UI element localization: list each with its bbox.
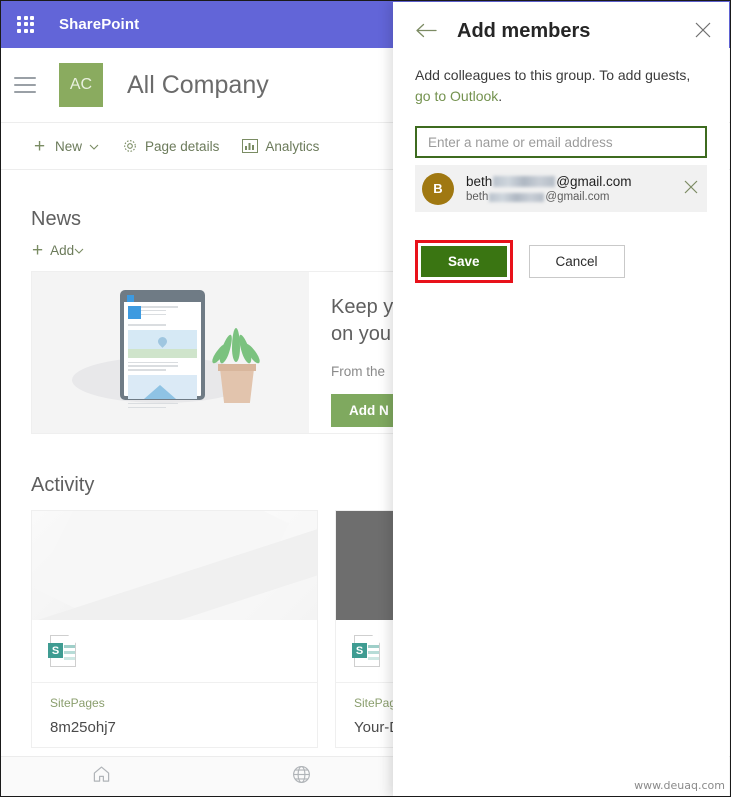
person-name-prefix: beth [466, 174, 493, 189]
redacted-name-block [493, 176, 556, 187]
file-badge: S [352, 643, 367, 658]
analytics-button[interactable]: Analytics [241, 138, 319, 155]
page-details-label: Page details [145, 138, 220, 154]
plus-icon: + [33, 135, 46, 157]
search-input[interactable] [426, 133, 696, 151]
add-news-link[interactable]: + Add [32, 241, 84, 260]
person-name-suffix: @gmail.com [556, 174, 632, 189]
gear-icon [121, 138, 138, 155]
file-badge: S [48, 643, 63, 658]
redacted-sub-block [489, 192, 545, 202]
add-news-label: Add [50, 243, 75, 258]
panel-description: Add colleagues to this group. To add gue… [393, 43, 729, 107]
panel-title: Add members [457, 20, 591, 42]
sharepoint-page-file-icon: S [48, 635, 76, 667]
hamburger-menu-icon[interactable] [14, 77, 36, 93]
tablet-and-plant-illustration [32, 272, 309, 433]
plus-icon: + [32, 240, 44, 261]
sharepoint-page-file-icon: S [352, 635, 380, 667]
page-title: All Company [127, 70, 269, 99]
activity-library-label: SitePages [50, 696, 105, 710]
suite-title[interactable]: SharePoint [59, 16, 139, 33]
home-icon [92, 765, 111, 788]
news-section-title: News [31, 208, 82, 230]
back-arrow-icon[interactable] [415, 21, 437, 42]
chevron-down-icon [89, 139, 99, 154]
panel-description-text: Add colleagues to this group. To add gue… [415, 67, 691, 83]
remove-person-button[interactable] [684, 180, 698, 198]
white-abstract-thumbnail [32, 511, 317, 620]
activity-file-name: 8m25ohj7 [50, 719, 116, 736]
watermark: www.deuaq.com [634, 779, 725, 792]
chevron-down-icon [74, 243, 84, 258]
globe-button[interactable] [201, 765, 401, 789]
activity-section-title: Activity [31, 474, 95, 496]
new-button[interactable]: + New [31, 135, 99, 157]
person-sub-suffix: @gmail.com [545, 191, 610, 203]
add-members-panel: Add members Add colleagues to this group… [393, 2, 729, 796]
chart-bar-icon [241, 138, 258, 155]
member-picker[interactable] [415, 126, 707, 158]
avatar: B [422, 172, 454, 205]
save-button[interactable]: Save [421, 246, 507, 277]
page-details-button[interactable]: Page details [121, 138, 219, 155]
person-sub-prefix: beth [466, 191, 489, 203]
home-button[interactable] [1, 765, 201, 788]
save-button-highlight: Save [415, 240, 513, 283]
panel-header: Add members [393, 2, 729, 43]
close-x-icon[interactable] [695, 22, 711, 42]
selected-person-row[interactable]: B beth @gmail.com beth @gmail.com [415, 165, 707, 212]
new-button-label: New [55, 138, 83, 154]
analytics-label: Analytics [265, 138, 320, 154]
activity-card[interactable]: S SitePages 8m25ohj7 [31, 510, 318, 748]
globe-icon [292, 765, 311, 789]
site-logo: AC [59, 63, 103, 107]
panel-button-row: Save Cancel [415, 240, 707, 283]
app-launcher-waffle-icon[interactable] [15, 14, 37, 36]
outlook-link[interactable]: go to Outlook [415, 88, 498, 104]
cancel-button[interactable]: Cancel [528, 245, 625, 278]
app-window: SharePoint AC All Company + New Page det… [0, 0, 731, 797]
panel-description-period: . [498, 88, 503, 104]
